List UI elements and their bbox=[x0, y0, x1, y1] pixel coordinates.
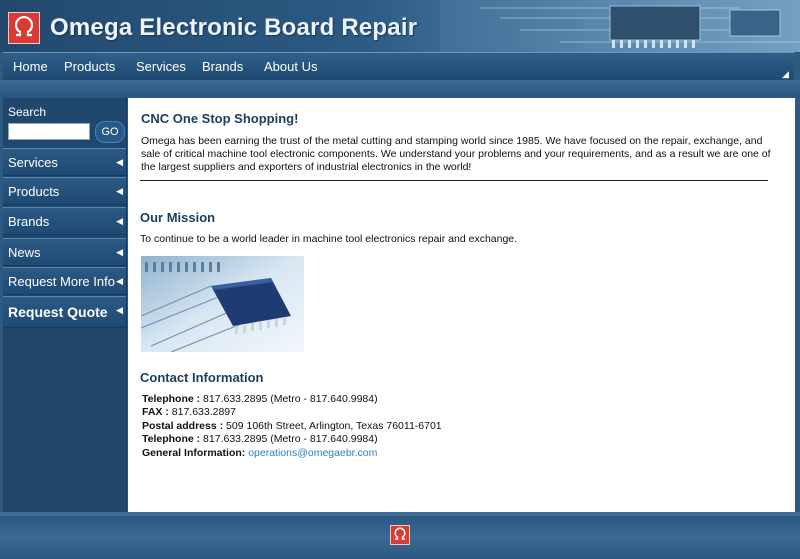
search-input[interactable] bbox=[8, 123, 90, 140]
corner-arrow-icon: ◢ bbox=[782, 69, 789, 79]
sidebar-item-label: Products bbox=[8, 184, 60, 199]
contact-value: 509 106th Street, Arlington, Texas 76011… bbox=[223, 419, 442, 432]
mission-text: To continue to be a world leader in mach… bbox=[140, 233, 518, 245]
main-content: CNC One Stop Shopping! Omega has been ea… bbox=[128, 98, 795, 512]
sidebar-item-products[interactable]: Products ◀ bbox=[3, 177, 126, 205]
contact-value: 817.633.2895 (Metro - 817.640.9984) bbox=[200, 393, 378, 405]
sidebar-item-label: Request More Info bbox=[8, 274, 115, 289]
nav-brands[interactable]: Brands bbox=[202, 59, 243, 74]
contact-row: General Information: operations@omegaebr… bbox=[142, 447, 442, 460]
intro-paragraph: Omega has been earning the trust of the … bbox=[141, 135, 771, 173]
sidebar-item-label: Services bbox=[8, 155, 58, 170]
omega-logo-icon[interactable] bbox=[8, 12, 40, 44]
contact-label: Telephone : bbox=[142, 433, 201, 446]
contact-value: 817.633.2897 bbox=[168, 406, 236, 419]
sidebar-item-request-more-info[interactable]: Request More Info ◀ bbox=[3, 267, 126, 295]
contact-row: Postal address : 509 106th Street, Arlin… bbox=[142, 420, 442, 433]
sidebar-background bbox=[3, 329, 126, 512]
search-go-button[interactable]: GO bbox=[95, 121, 125, 143]
site-footer bbox=[0, 516, 800, 559]
contact-info: Telephone : 817.633.2895 (Metro - 817.64… bbox=[142, 393, 442, 460]
contact-row: Telephone : 817.633.2895 (Metro - 817.64… bbox=[142, 433, 442, 446]
nav-band bbox=[0, 80, 800, 98]
arrow-left-icon: ◀ bbox=[116, 216, 123, 226]
contact-label: FAX : bbox=[142, 406, 169, 419]
email-link[interactable]: operations@omegaebr.com bbox=[248, 447, 377, 459]
sidebar-item-request-quote[interactable]: Request Quote ◀ bbox=[3, 296, 126, 328]
contact-label: Postal address : bbox=[142, 419, 224, 432]
sidebar-item-label: Brands bbox=[8, 214, 50, 229]
contact-row: Telephone : 817.633.2895 (Metro - 817.64… bbox=[142, 393, 442, 406]
sidebar-item-news[interactable]: News ◀ bbox=[3, 238, 126, 266]
nav-services[interactable]: Services bbox=[136, 59, 186, 74]
arrow-left-icon: ◀ bbox=[116, 305, 123, 315]
arrow-left-icon: ◀ bbox=[116, 276, 123, 286]
site-title: Omega Electronic Board Repair bbox=[50, 14, 418, 41]
arrow-left-icon: ◀ bbox=[116, 186, 123, 196]
sidebar-item-brands[interactable]: Brands ◀ bbox=[3, 207, 126, 235]
nav-about-us[interactable]: About Us bbox=[264, 59, 317, 74]
sidebar: Search GO Services ◀ Products ◀ Brands ◀… bbox=[3, 98, 127, 512]
search-label: Search bbox=[8, 105, 47, 119]
top-nav: Home Products Services Brands About Us ◢ bbox=[3, 52, 794, 81]
contact-label: Telephone : bbox=[142, 393, 201, 405]
circuit-chip-image bbox=[141, 256, 304, 352]
sidebar-item-services[interactable]: Services ◀ bbox=[3, 148, 126, 176]
site-header: Omega Electronic Board Repair bbox=[0, 0, 800, 52]
contact-heading: Contact Information bbox=[140, 370, 264, 385]
page-title: CNC One Stop Shopping! bbox=[141, 111, 299, 126]
nav-products[interactable]: Products bbox=[64, 59, 115, 74]
contact-row: FAX : 817.633.2897 bbox=[142, 406, 442, 419]
contact-label: General Information: bbox=[142, 446, 246, 459]
page-edge bbox=[795, 98, 800, 512]
contact-value: 817.633.2895 (Metro - 817.640.9984) bbox=[200, 433, 378, 446]
sidebar-item-label: Request Quote bbox=[8, 304, 108, 320]
nav-home[interactable]: Home bbox=[13, 59, 48, 74]
divider bbox=[140, 180, 768, 181]
sidebar-item-label: News bbox=[8, 245, 41, 260]
arrow-left-icon: ◀ bbox=[116, 157, 123, 167]
circuit-board-banner bbox=[440, 0, 800, 52]
arrow-left-icon: ◀ bbox=[116, 247, 123, 257]
omega-logo-icon[interactable] bbox=[390, 525, 410, 545]
mission-heading: Our Mission bbox=[140, 210, 216, 225]
